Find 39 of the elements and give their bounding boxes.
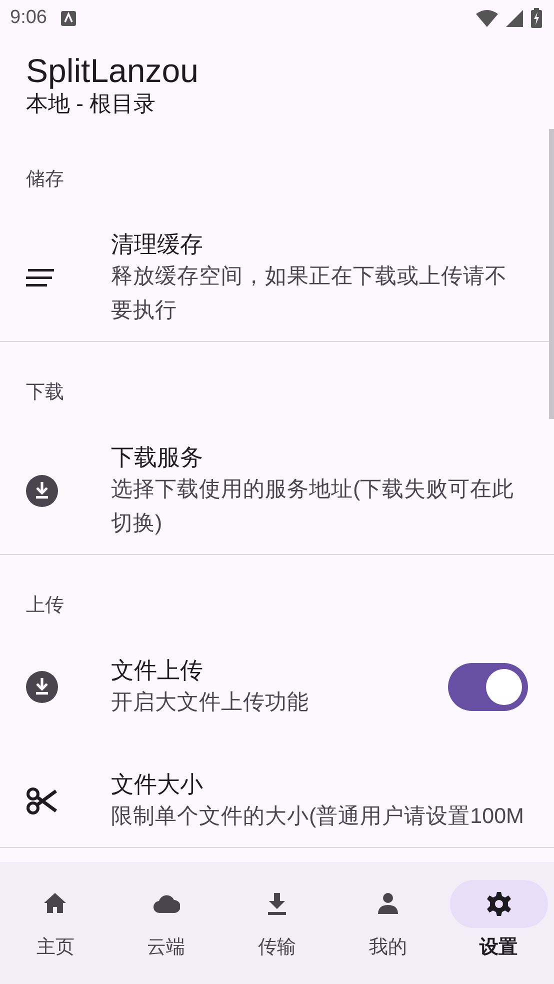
signal-icon bbox=[506, 10, 523, 26]
nav-tab[interactable]: 设置 bbox=[443, 862, 554, 984]
settings-item[interactable]: 文件大小 限制单个文件的大小(普通用户请设置100M bbox=[0, 732, 548, 847]
nav-tab[interactable]: 云端 bbox=[110, 862, 222, 984]
item-title: 文件上传 bbox=[111, 656, 204, 685]
scissors-icon bbox=[26, 786, 58, 815]
nav-label: 云端 bbox=[147, 936, 186, 960]
settings-icon bbox=[484, 890, 513, 918]
settings-item[interactable]: 文件上传 开启大文件上传功能 bbox=[0, 618, 548, 733]
notification-icon bbox=[60, 10, 76, 26]
nav-label: 设置 bbox=[480, 936, 518, 960]
lines-icon bbox=[26, 268, 54, 287]
section-label: 下载 bbox=[25, 380, 65, 405]
scrollbar[interactable] bbox=[549, 128, 554, 419]
battery-icon bbox=[531, 8, 542, 28]
nav-tab[interactable]: 传输 bbox=[222, 862, 332, 984]
item-summary: 选择下载使用的服务地址(下载失败可在此切换) bbox=[111, 476, 516, 537]
settings-item[interactable]: 清理缓存 释放缓存空间，如果正在下载或上传请不要执行 bbox=[0, 192, 548, 341]
item-summary: 开启大文件上传功能 bbox=[111, 688, 309, 716]
toggle-switch[interactable] bbox=[448, 662, 528, 711]
app-subtitle: 本地 - 根目录 bbox=[26, 90, 157, 118]
item-summary: 释放缓存空间，如果正在下载或上传请不要执行 bbox=[111, 262, 508, 324]
section-label: 上传 bbox=[25, 594, 65, 618]
nav-label: 我的 bbox=[368, 936, 407, 960]
settings-item[interactable]: 下载服务 选择下载使用的服务地址(下载失败可在此切换) bbox=[0, 406, 548, 554]
wifi-icon bbox=[476, 9, 498, 27]
nav-label: 主页 bbox=[36, 936, 74, 960]
status-time: 9:06 bbox=[10, 6, 47, 30]
nav-label: 传输 bbox=[258, 936, 296, 960]
download-icon bbox=[26, 670, 58, 703]
nav-tab[interactable]: 我的 bbox=[332, 862, 444, 984]
item-summary: 限制单个文件的大小(普通用户请设置100M bbox=[111, 802, 525, 830]
item-title: 下载服务 bbox=[111, 442, 204, 472]
app-title: SplitLanzou bbox=[26, 52, 200, 90]
item-title: 清理缓存 bbox=[111, 230, 204, 259]
download-icon bbox=[26, 474, 58, 507]
item-title: 文件大小 bbox=[111, 770, 204, 799]
section-label: 储存 bbox=[25, 168, 65, 192]
nav-tab[interactable]: 主页 bbox=[0, 862, 111, 984]
